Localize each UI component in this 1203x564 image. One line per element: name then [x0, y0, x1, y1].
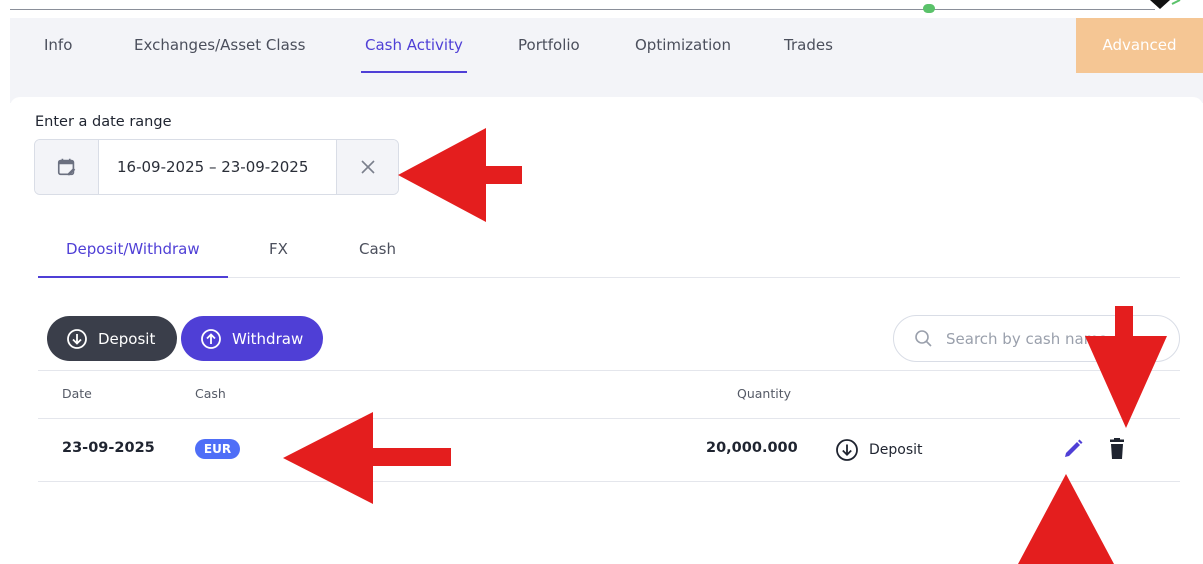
annotation-arrow-up-icon	[1018, 474, 1114, 564]
annotation-arrow-down-icon	[1085, 306, 1167, 428]
table-row-rule	[38, 481, 1180, 482]
tab-info[interactable]: Info	[44, 18, 72, 73]
search-icon	[914, 329, 934, 353]
arrow-up-circle-icon	[201, 328, 221, 349]
subtab-active-indicator	[38, 276, 228, 278]
deposit-button[interactable]: Deposit	[47, 316, 177, 361]
advanced-button[interactable]: Advanced	[1076, 18, 1203, 73]
top-strip	[0, 0, 1203, 18]
trash-icon	[1110, 438, 1124, 459]
subtab-fx[interactable]: FX	[269, 240, 288, 278]
row-type-label: Deposit	[869, 442, 923, 458]
partial-logo-icon	[1150, 0, 1181, 9]
top-divider	[10, 9, 1155, 10]
deposit-button-label: Deposit	[98, 329, 156, 348]
date-range-value[interactable]: 16-09-2025 – 23-09-2025	[117, 140, 308, 194]
arrow-down-circle-icon	[67, 328, 87, 349]
tab-trades[interactable]: Trades	[784, 18, 833, 73]
annotation-arrow-left-icon	[398, 128, 522, 222]
date-range-field[interactable]: 16-09-2025 – 23-09-2025	[34, 139, 399, 195]
column-header-quantity: Quantity	[737, 386, 792, 401]
main-tab-bar: Info Exchanges/Asset Class Cash Activity…	[10, 18, 1203, 73]
column-header-cash: Cash	[195, 386, 226, 401]
pencil-icon	[1065, 439, 1083, 457]
calendar-button[interactable]	[35, 140, 99, 194]
calendar-edit-icon	[57, 158, 75, 176]
withdraw-button-label: Withdraw	[232, 329, 304, 348]
tab-cash-activity[interactable]: Cash Activity	[361, 18, 467, 73]
arrow-down-circle-icon	[836, 439, 858, 461]
annotation-arrow-left-icon	[283, 412, 451, 504]
table-header-rule	[38, 418, 1180, 419]
close-icon	[361, 160, 375, 174]
column-header-date: Date	[62, 386, 92, 401]
row-quantity: 20,000.000	[706, 440, 798, 456]
tab-optimization[interactable]: Optimization	[635, 18, 731, 73]
subtab-cash[interactable]: Cash	[359, 240, 396, 278]
withdraw-button[interactable]: Withdraw	[181, 316, 323, 361]
currency-badge: EUR	[195, 439, 240, 459]
table-top-rule	[38, 370, 1180, 371]
tab-exchanges-asset-class[interactable]: Exchanges/Asset Class	[134, 18, 305, 73]
subtab-deposit-withdraw[interactable]: Deposit/Withdraw	[66, 240, 200, 278]
date-range-label: Enter a date range	[35, 114, 172, 130]
tab-portfolio[interactable]: Portfolio	[518, 18, 580, 73]
row-type: Deposit	[835, 438, 923, 462]
edit-button[interactable]	[1062, 438, 1084, 464]
clear-date-button[interactable]	[336, 140, 398, 194]
delete-button[interactable]	[1108, 438, 1126, 464]
status-dot	[923, 4, 935, 13]
row-date: 23-09-2025	[62, 440, 155, 456]
